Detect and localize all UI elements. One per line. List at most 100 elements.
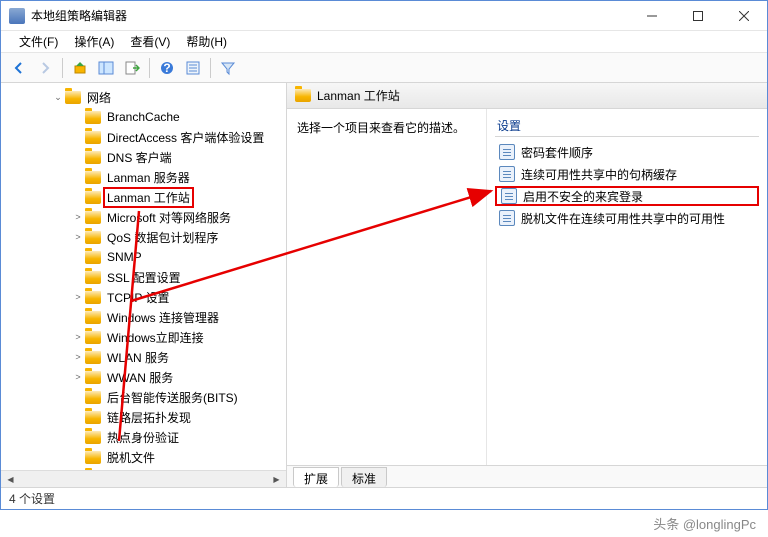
tree-node[interactable]: 脱机文件	[1, 447, 286, 467]
setting-label: 脱机文件在连续可用性共享中的可用性	[521, 210, 725, 227]
app-icon	[9, 8, 25, 24]
forward-button[interactable]	[33, 56, 57, 80]
menu-view[interactable]: 查看(V)	[122, 31, 178, 52]
chevron-down-icon[interactable]: ⌄	[51, 90, 65, 104]
folder-icon	[85, 351, 101, 364]
chevron-right-icon[interactable]: >	[71, 350, 85, 364]
tree-node[interactable]: > TCPIP 设置	[1, 287, 286, 307]
chevron-right-icon[interactable]: >	[71, 210, 85, 224]
tree-node-label: 链路层拓扑发现	[105, 408, 193, 427]
description-hint: 选择一个项目来查看它的描述。	[297, 119, 476, 136]
folder-icon	[85, 131, 101, 144]
policy-icon	[501, 188, 517, 204]
toolbar-separator	[210, 58, 211, 78]
close-button[interactable]	[721, 1, 767, 30]
toolbar-separator	[62, 58, 63, 78]
settings-column-header[interactable]: 设置	[495, 117, 759, 137]
tree-view[interactable]: ⌄ 网络 BranchCache DirectAccess 客户端体验设置DNS 客户…	[1, 83, 286, 470]
tree-node[interactable]: 后台智能传送服务(BITS)	[1, 387, 286, 407]
folder-icon	[85, 211, 101, 224]
svg-text:?: ?	[163, 61, 170, 75]
folder-icon	[85, 331, 101, 344]
watermark: 头条 @longlingPc	[653, 514, 756, 533]
scroll-left-arrow[interactable]: ◀	[3, 473, 18, 486]
tree-node[interactable]: >WWAN 服务	[1, 367, 286, 387]
tree-node-label: Windows立即连接	[105, 328, 206, 347]
chevron-right-icon[interactable]: >	[71, 230, 85, 244]
setting-label: 启用不安全的来宾登录	[523, 188, 643, 205]
window-controls	[629, 1, 767, 30]
folder-icon	[85, 371, 101, 384]
menu-action[interactable]: 操作(A)	[66, 31, 122, 52]
tree-node-label: Microsoft 对等网络服务	[105, 208, 233, 227]
menu-bar: 文件(F) 操作(A) 查看(V) 帮助(H)	[1, 31, 767, 53]
tree-node[interactable]: Lanman 服务器	[1, 167, 286, 187]
tree-horizontal-scrollbar[interactable]: ◀ ▶	[1, 470, 286, 487]
folder-icon	[85, 291, 101, 304]
help-button[interactable]: ?	[155, 56, 179, 80]
tab-extended[interactable]: 扩展	[293, 467, 339, 487]
tree-node-label: QoS 数据包计划程序	[105, 228, 220, 247]
settings-column: 设置 密码套件顺序连续可用性共享中的句柄缓存启用不安全的来宾登录脱机文件在连续可…	[487, 109, 767, 465]
tree-node[interactable]: SSL 配置设置	[1, 267, 286, 287]
minimize-button[interactable]	[629, 1, 675, 30]
tree-node-label: 网络	[85, 88, 113, 107]
tree-node[interactable]: 链路层拓扑发现	[1, 407, 286, 427]
tree-node-label: Lanman 服务器	[105, 168, 192, 187]
filter-button[interactable]	[216, 56, 240, 80]
tree-node[interactable]: Windows 连接管理器	[1, 307, 286, 327]
chevron-right-icon[interactable]: >	[71, 370, 85, 384]
tree-node[interactable]: DirectAccess 客户端体验设置	[1, 127, 286, 147]
folder-icon	[85, 191, 101, 204]
tree-node-label: DirectAccess 客户端体验设置	[105, 128, 266, 147]
tree-node[interactable]: > Microsoft 对等网络服务	[1, 207, 286, 227]
setting-item[interactable]: 连续可用性共享中的句柄缓存	[495, 163, 759, 185]
tree-node[interactable]: Lanman 工作站	[1, 187, 286, 207]
scroll-right-arrow[interactable]: ▶	[269, 473, 284, 486]
details-body: 选择一个项目来查看它的描述。 设置 密码套件顺序连续可用性共享中的句柄缓存启用不…	[287, 109, 767, 465]
folder-icon	[295, 89, 311, 102]
tree-node[interactable]: > Windows立即连接	[1, 327, 286, 347]
menu-file[interactable]: 文件(F)	[11, 31, 66, 52]
folder-icon	[85, 151, 101, 164]
folder-icon	[85, 431, 101, 444]
content-body: ⌄ 网络 BranchCache DirectAccess 客户端体验设置DNS 客户…	[1, 83, 767, 487]
show-hide-tree-button[interactable]	[94, 56, 118, 80]
details-pane: Lanman 工作站 选择一个项目来查看它的描述。 设置 密码套件顺序连续可用性…	[287, 83, 767, 487]
tree-node-label: 后台智能传送服务(BITS)	[105, 388, 240, 407]
tree-node-label: 脱机文件	[105, 448, 157, 467]
setting-label: 连续可用性共享中的句柄缓存	[521, 166, 677, 183]
maximize-button[interactable]	[675, 1, 721, 30]
tree-node-network[interactable]: ⌄ 网络	[1, 87, 286, 107]
tree-node[interactable]: DNS 客户端	[1, 147, 286, 167]
menu-help[interactable]: 帮助(H)	[178, 31, 235, 52]
details-tabs: 扩展 标准	[287, 465, 767, 487]
folder-icon	[85, 111, 101, 124]
folder-icon	[85, 231, 101, 244]
chevron-right-icon[interactable]: >	[71, 290, 85, 304]
properties-button[interactable]	[181, 56, 205, 80]
status-bar: 4 个设置	[1, 487, 767, 509]
status-text: 4 个设置	[9, 490, 55, 507]
tree-node[interactable]: > QoS 数据包计划程序	[1, 227, 286, 247]
folder-icon	[85, 251, 101, 264]
tree-node-label: SNMP	[105, 249, 144, 265]
tab-standard[interactable]: 标准	[341, 467, 387, 487]
up-button[interactable]	[68, 56, 92, 80]
tree-node[interactable]: BranchCache	[1, 107, 286, 127]
tree-node-label: TCPIP 设置	[105, 288, 171, 307]
setting-item[interactable]: 启用不安全的来宾登录	[495, 186, 759, 206]
tree-node[interactable]: SNMP	[1, 247, 286, 267]
tree-node-label: BranchCache	[105, 109, 182, 125]
tree-node[interactable]: 热点身份验证	[1, 427, 286, 447]
tree-node-label: 热点身份验证	[105, 428, 181, 447]
tree-node[interactable]: >WLAN 服务	[1, 347, 286, 367]
setting-item[interactable]: 脱机文件在连续可用性共享中的可用性	[495, 207, 759, 229]
setting-item[interactable]: 密码套件顺序	[495, 141, 759, 163]
chevron-right-icon[interactable]: >	[71, 330, 85, 344]
export-list-button[interactable]	[120, 56, 144, 80]
back-button[interactable]	[7, 56, 31, 80]
window-titlebar: 本地组策略编辑器	[1, 1, 767, 31]
folder-icon	[85, 311, 101, 324]
folder-icon	[85, 171, 101, 184]
